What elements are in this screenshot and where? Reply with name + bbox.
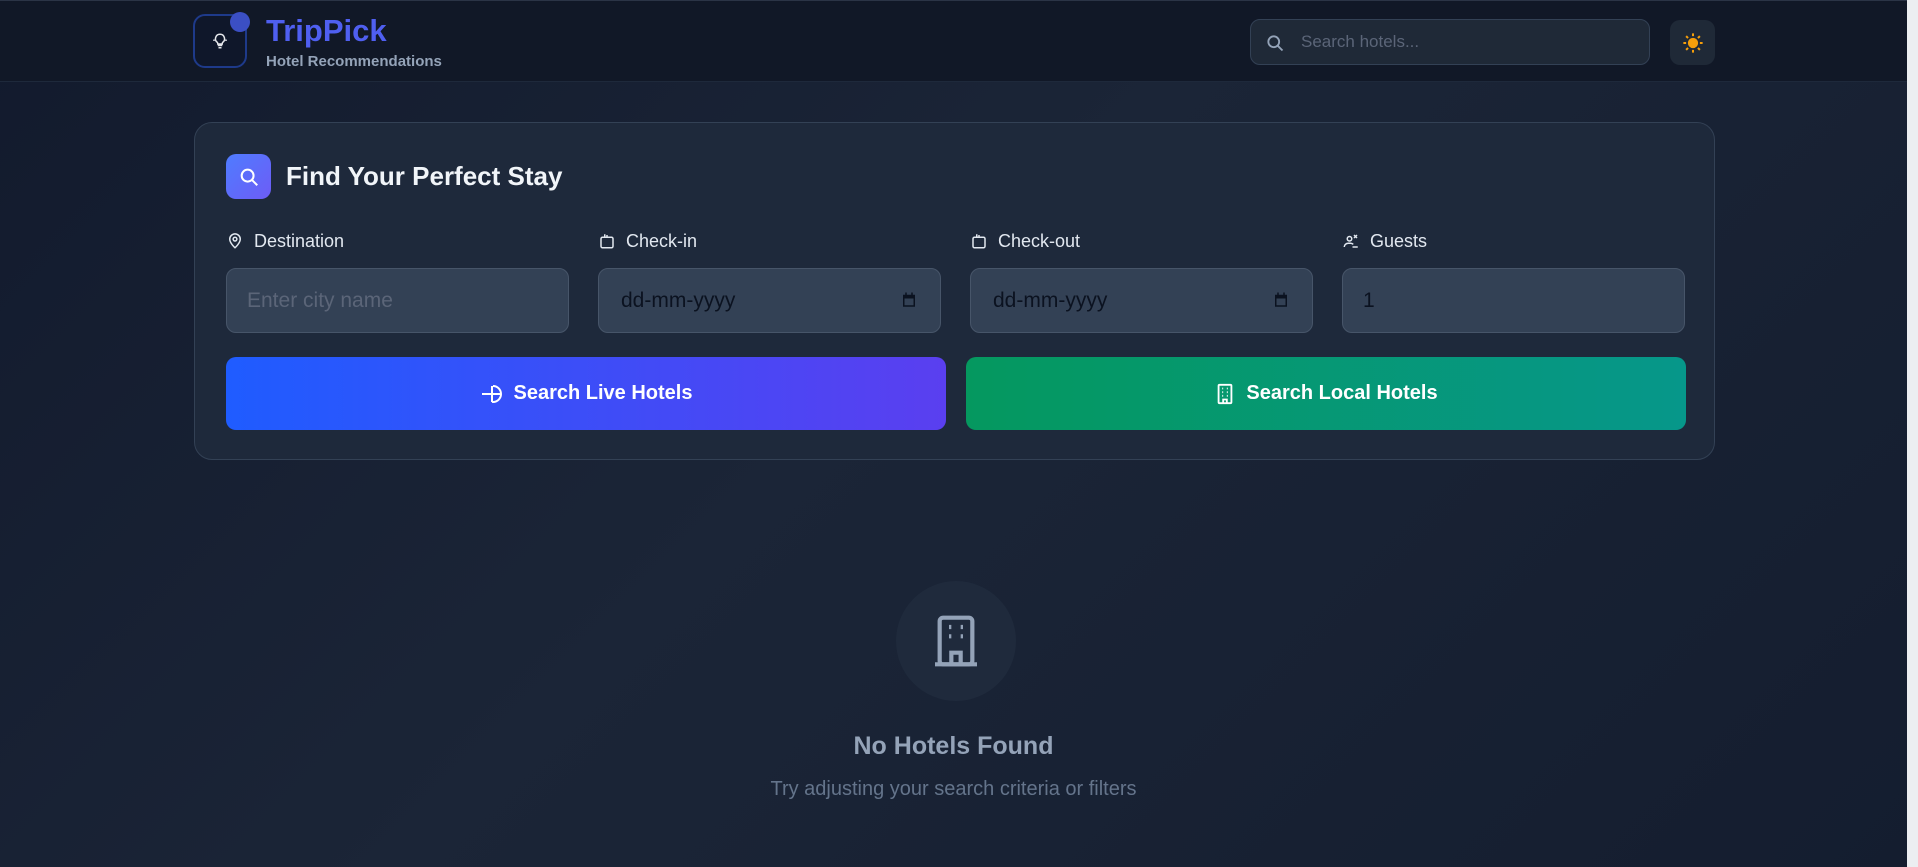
logo-badge-dot bbox=[230, 12, 250, 32]
search-live-hotels-button[interactable]: Search Live Hotels bbox=[226, 357, 946, 430]
destination-label-row: Destination bbox=[226, 229, 569, 253]
calendar-picker-icon[interactable] bbox=[900, 291, 918, 309]
search-live-label: Search Live Hotels bbox=[513, 382, 693, 404]
guests-icon bbox=[1343, 234, 1358, 248]
building-icon bbox=[1218, 383, 1233, 404]
checkout-label: Check-out bbox=[998, 230, 1081, 251]
checkin-input[interactable]: dd-mm-yyyy bbox=[598, 268, 941, 333]
empty-state-title: No Hotels Found bbox=[853, 732, 1054, 760]
checkout-label-row: Check-out bbox=[970, 229, 1313, 253]
destination-input-box[interactable] bbox=[226, 268, 569, 333]
checkin-field: Check-in dd-mm-yyyy bbox=[598, 229, 941, 333]
empty-state-icon-circle bbox=[896, 581, 1016, 701]
search-icon bbox=[1265, 33, 1285, 58]
search-local-label: Search Local Hotels bbox=[1246, 382, 1438, 404]
lightbulb-icon bbox=[213, 33, 227, 49]
panel-title: Find Your Perfect Stay bbox=[286, 161, 563, 191]
guests-input[interactable] bbox=[1363, 269, 1643, 332]
search-panel: Find Your Perfect Stay Destination Check… bbox=[194, 122, 1715, 460]
search-local-hotels-button[interactable]: Search Local Hotels bbox=[966, 357, 1686, 430]
checkout-input[interactable]: dd-mm-yyyy bbox=[970, 268, 1313, 333]
panel-search-badge bbox=[226, 154, 271, 199]
sun-icon bbox=[1682, 32, 1703, 53]
checkin-value: dd-mm-yyyy bbox=[621, 289, 736, 312]
guests-label-row: Guests bbox=[1342, 229, 1685, 253]
guests-input-box[interactable] bbox=[1342, 268, 1685, 333]
search-icon bbox=[240, 168, 258, 186]
plane-icon bbox=[481, 384, 502, 403]
page: TripPick Hotel Recommendations Find Your… bbox=[0, 0, 1907, 867]
guests-label: Guests bbox=[1370, 230, 1428, 251]
search-input[interactable] bbox=[1301, 20, 1641, 64]
top-header: TripPick Hotel Recommendations bbox=[0, 0, 1907, 82]
destination-field: Destination bbox=[226, 229, 569, 333]
destination-label: Destination bbox=[254, 230, 345, 251]
page-scrollbar[interactable] bbox=[1907, 0, 1918, 867]
calendar-icon bbox=[600, 234, 614, 249]
calendar-icon bbox=[972, 234, 986, 249]
brand-title[interactable]: TripPick bbox=[266, 13, 387, 49]
checkin-label: Check-in bbox=[626, 230, 698, 251]
checkout-field: Check-out dd-mm-yyyy bbox=[970, 229, 1313, 333]
guests-field: Guests bbox=[1342, 229, 1685, 333]
theme-toggle-button[interactable] bbox=[1670, 20, 1715, 65]
brand-subtitle: Hotel Recommendations bbox=[266, 53, 442, 70]
header-search[interactable] bbox=[1250, 19, 1650, 65]
checkout-value: dd-mm-yyyy bbox=[993, 289, 1108, 312]
checkin-label-row: Check-in bbox=[598, 229, 941, 253]
calendar-picker-icon[interactable] bbox=[1272, 291, 1290, 309]
destination-input[interactable] bbox=[247, 269, 527, 332]
empty-state-subtitle: Try adjusting your search criteria or fi… bbox=[770, 778, 1137, 800]
map-pin-icon bbox=[228, 233, 242, 249]
building-icon bbox=[935, 615, 977, 667]
